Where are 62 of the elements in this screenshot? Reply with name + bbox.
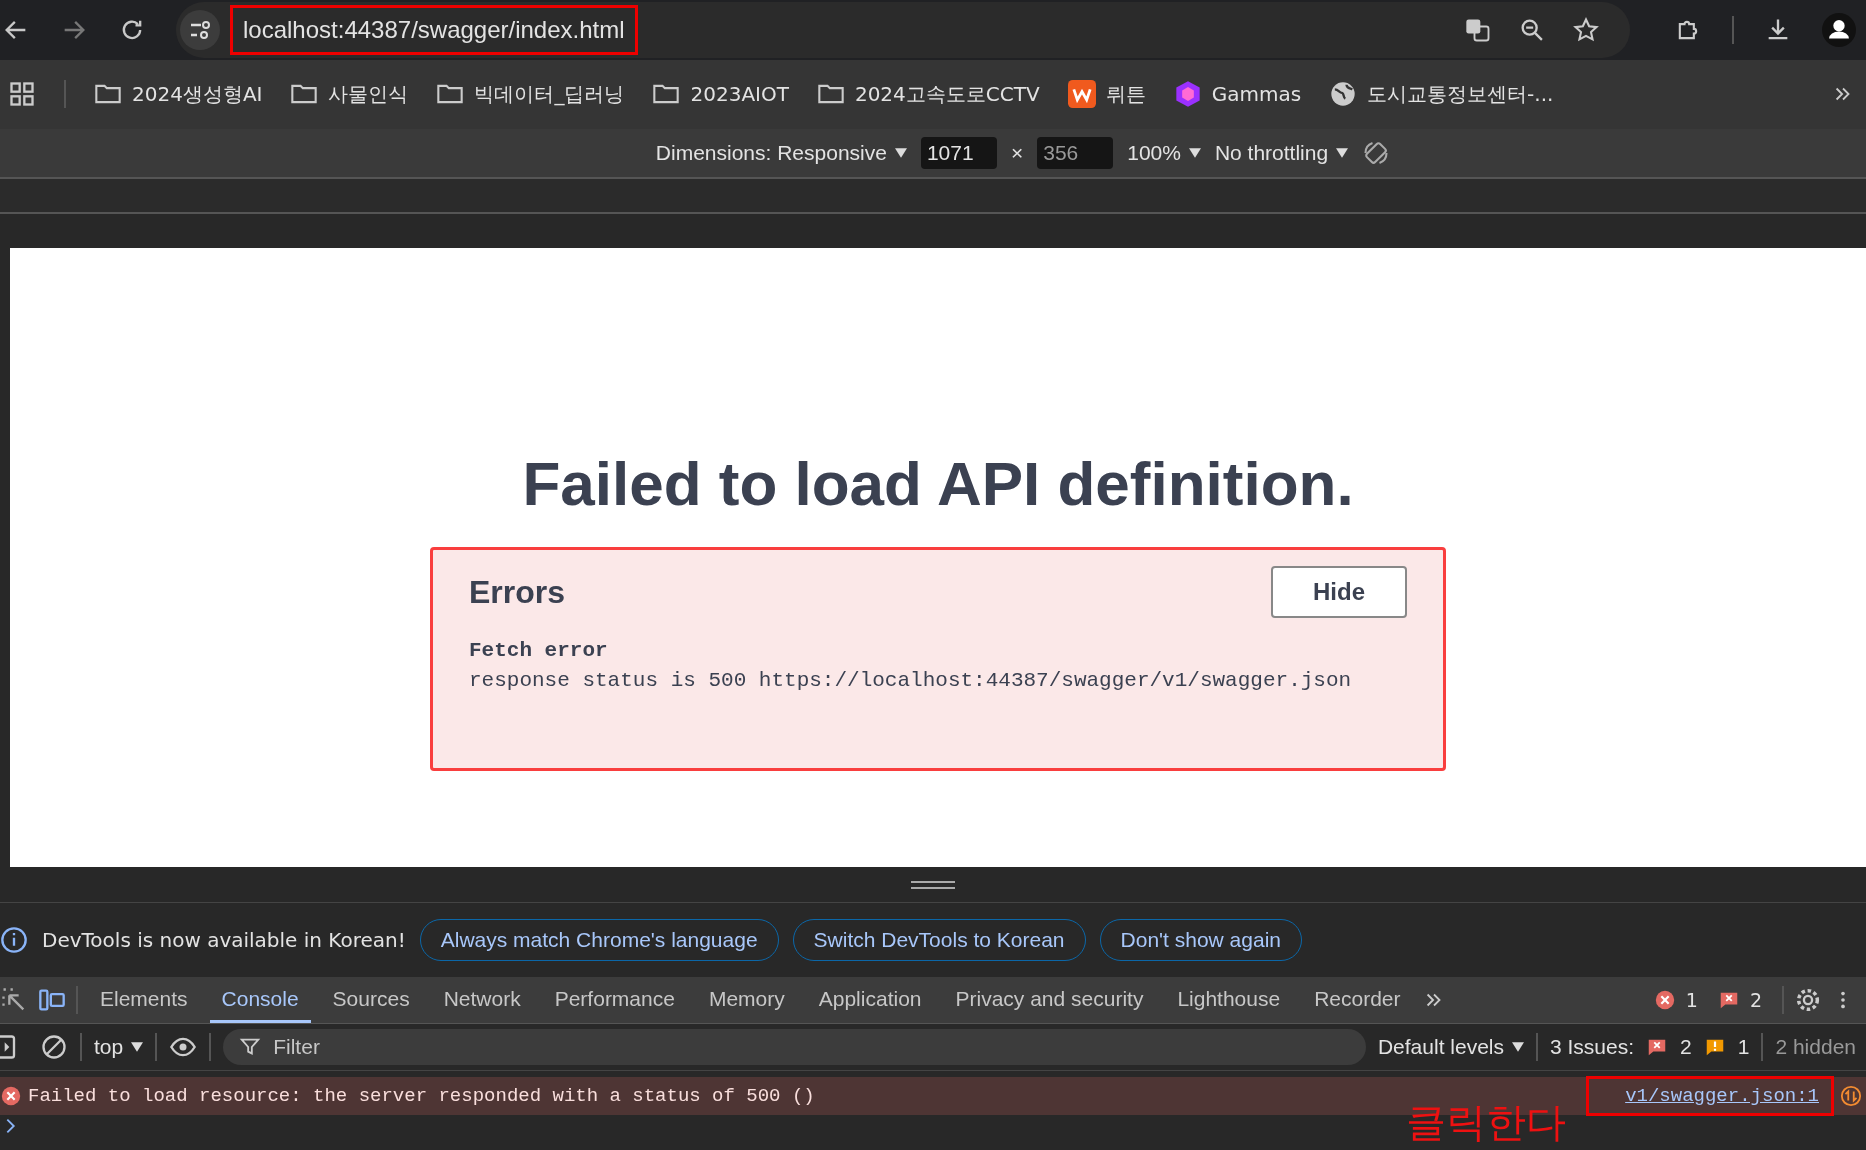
error-icon [0, 1085, 22, 1107]
infobar-message: DevTools is now available in Korean! [42, 928, 406, 953]
dimensions-dropdown[interactable]: Dimensions: Responsive [655, 140, 907, 165]
bookmark-item[interactable]: 2023AIOT [690, 82, 789, 107]
hexagon-logo-icon [1173, 80, 1202, 109]
context-dropdown[interactable]: top [94, 1035, 144, 1060]
width-field[interactable]: 1071 [920, 136, 997, 169]
devtools-tab[interactable]: Application [806, 977, 934, 1024]
caret-icon [1336, 147, 1349, 158]
devtools-tab[interactable]: Lighthouse [1165, 977, 1293, 1024]
error-count[interactable]: 1 [1685, 989, 1698, 1012]
bookmark-item[interactable]: Gammas [1211, 82, 1302, 107]
hidden-count: 2 hidden [1775, 1035, 1856, 1060]
message-text: Failed to load resource: the server responded with a status of 500 () [28, 1085, 815, 1107]
issues-warning-count[interactable]: 1 [1737, 1035, 1750, 1060]
caret-icon [894, 147, 907, 158]
bookmark-item[interactable]: 2024고속도로CCTV [854, 80, 1040, 108]
devtools-tab[interactable]: Performance [542, 977, 687, 1024]
devtools-tab[interactable]: Elements [88, 977, 200, 1024]
devtools-tab[interactable]: Recorder [1302, 977, 1413, 1024]
url-text[interactable]: localhost:44387/swagger/index.html [230, 4, 638, 55]
annotation-text: 클릭한다 [1406, 1098, 1566, 1147]
profile-icon[interactable] [1822, 12, 1856, 47]
filter-field[interactable]: Filter [223, 1029, 1366, 1066]
caret-icon [1188, 147, 1201, 158]
clear-console-icon[interactable] [40, 1033, 68, 1062]
globe-icon [1329, 80, 1358, 109]
devtools-tab[interactable]: Sources [320, 977, 422, 1024]
info-icon [0, 926, 28, 955]
w-logo-icon [1067, 80, 1096, 109]
error-message: response status is 500 https://localhost:44387/swagger/v1/swagger.json [469, 668, 1353, 695]
resize-handle-icon[interactable] [911, 879, 955, 890]
apps-grid-icon[interactable] [8, 80, 36, 109]
bookmark-item[interactable]: 2024생성형AI [132, 80, 263, 108]
devtools-tab[interactable]: Privacy and security [943, 977, 1156, 1024]
times-sign: × [1010, 140, 1024, 165]
bookmark-item[interactable]: 빅데이터_딥러닝 [474, 80, 625, 108]
source-link[interactable]: v1/swagger.json:1 [1586, 1076, 1834, 1116]
error-title: Failed to load API definition. [522, 448, 1354, 520]
throttling-dropdown[interactable]: No throttling [1214, 140, 1349, 165]
address-bar[interactable]: localhost:44387/swagger/index.html [176, 1, 1630, 58]
zoom-dropdown[interactable]: 100% [1127, 140, 1201, 165]
errors-heading: Errors [469, 573, 566, 611]
fetch-error-label: Fetch error [469, 638, 609, 665]
bookmark-item[interactable]: 도시교통정보센터-... [1367, 80, 1554, 108]
hide-button[interactable]: Hide [1271, 566, 1407, 619]
bookmark-item[interactable]: 사물인식 [328, 80, 409, 108]
error-icon [1653, 989, 1676, 1012]
devtools-tab[interactable]: Memory [696, 977, 797, 1024]
bookmark-star-icon[interactable] [1572, 15, 1600, 44]
warning-count[interactable]: 2 [1749, 989, 1762, 1012]
devtools-tab[interactable]: Console [209, 977, 311, 1024]
ai-explain-icon[interactable] [1840, 1085, 1862, 1107]
site-settings-icon[interactable] [180, 9, 220, 50]
issues-error-count[interactable]: 2 [1680, 1035, 1692, 1060]
caret-icon [1512, 1042, 1524, 1053]
caret-icon [131, 1042, 144, 1053]
issues-label[interactable]: 3 Issues: [1550, 1035, 1635, 1060]
height-field[interactable]: 356 [1037, 136, 1114, 169]
levels-dropdown[interactable]: Default levels [1377, 1035, 1524, 1060]
bookmark-item[interactable]: 뤼튼 [1105, 80, 1146, 108]
devtools-tab[interactable]: Network [431, 977, 533, 1024]
